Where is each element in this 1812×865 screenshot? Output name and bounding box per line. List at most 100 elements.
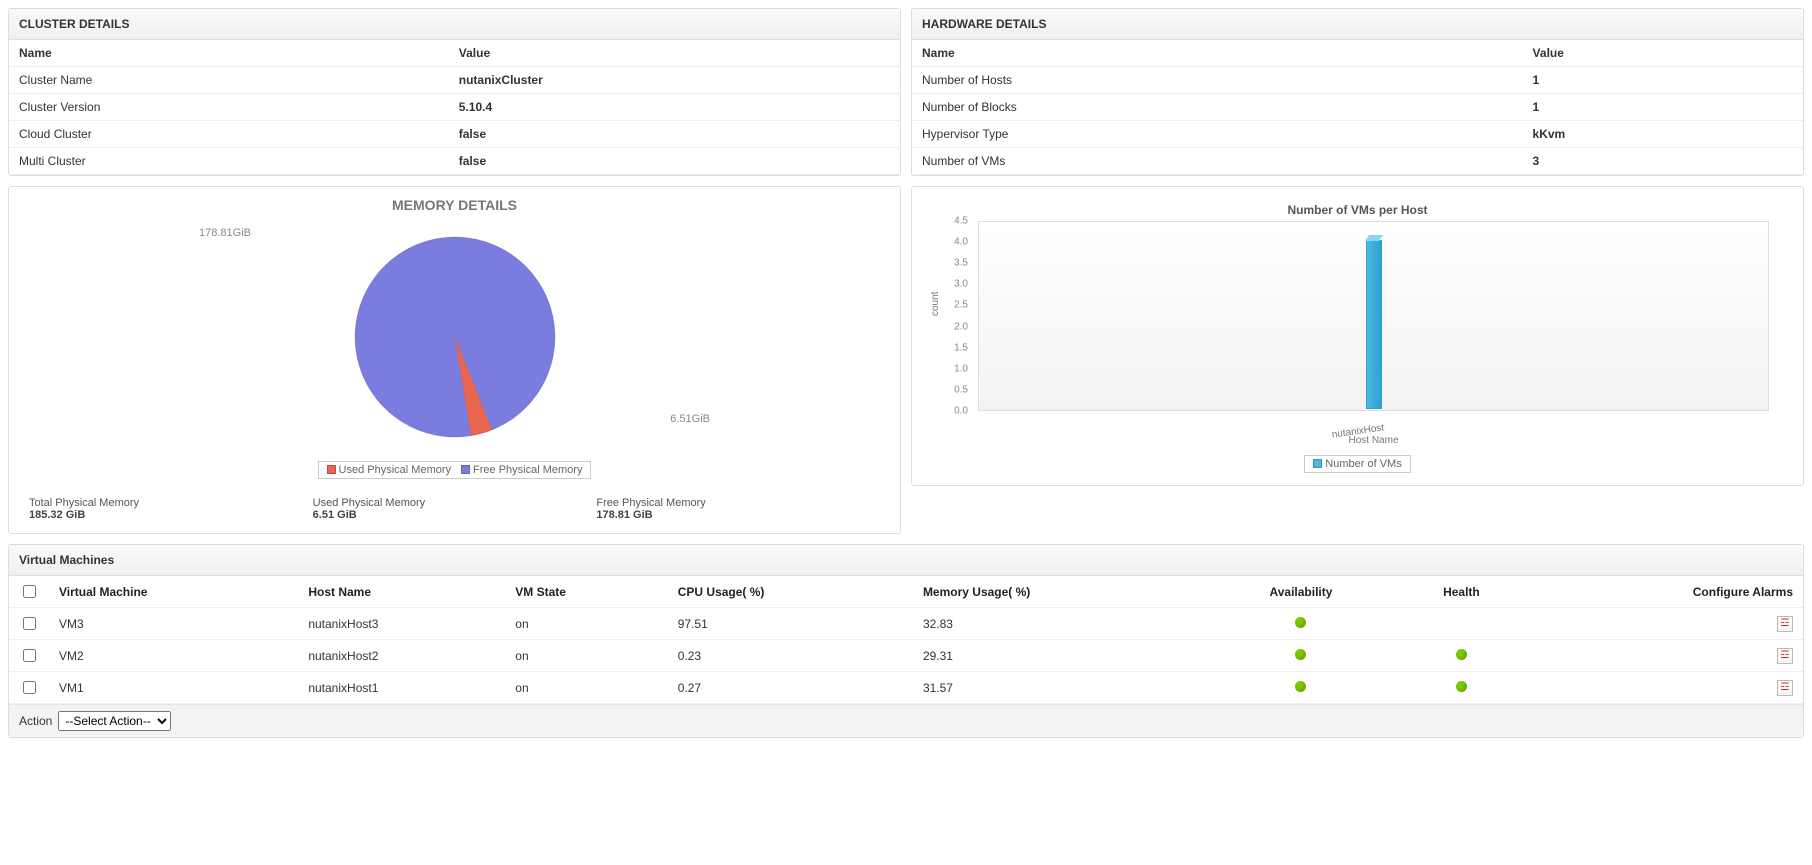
table-row: VM3nutanixHost3on97.5132.83☲ [9, 608, 1803, 640]
memory-legend: Used Physical Memory Free Physical Memor… [29, 461, 880, 479]
legend-vms: Number of VMs [1325, 458, 1401, 470]
vm-state: on [505, 608, 667, 640]
vm-name: VM3 [49, 608, 298, 640]
memory-summary-label: Free Physical Memory [596, 497, 880, 509]
vm-state: on [505, 672, 667, 704]
status-indicator-icon [1295, 649, 1306, 660]
memory-details-panel: MEMORY DETAILS 178.81GiB 6.51GiB Used Ph… [8, 186, 901, 534]
vm-col-alarms: Configure Alarms [1527, 576, 1803, 608]
vm-select-all-checkbox[interactable] [23, 585, 36, 598]
memory-summary-value: 6.51 GiB [313, 509, 597, 521]
vm-row-checkbox[interactable] [23, 617, 36, 630]
legend-used: Used Physical Memory [339, 464, 451, 476]
kv-name: Hypervisor Type [912, 121, 1523, 148]
vm-health [1396, 640, 1526, 672]
vm-mem: 32.83 [913, 608, 1206, 640]
configure-alarms-button[interactable]: ☲ [1777, 680, 1793, 696]
hardware-details-panel: HARDWARE DETAILS Name Value Number of Ho… [911, 8, 1804, 176]
status-indicator-icon [1295, 681, 1306, 692]
memory-summary-item: Total Physical Memory185.32 GiB [29, 497, 313, 521]
vm-name: VM1 [49, 672, 298, 704]
virtual-machines-title: Virtual Machines [9, 545, 1803, 576]
kv-name: Multi Cluster [9, 148, 449, 175]
memory-summary: Total Physical Memory185.32 GiBUsed Phys… [29, 497, 880, 521]
bar-ylabel: count [930, 292, 941, 316]
cluster-details-table: Name Value Cluster NamenutanixClusterClu… [9, 40, 900, 175]
y-tick: 1.5 [928, 342, 968, 353]
vm-col-cpu: CPU Usage( %) [668, 576, 913, 608]
vms-per-host-title: Number of VMs per Host [932, 203, 1783, 217]
vms-per-host-chart: 0.00.51.01.52.02.53.03.54.04.5 count nut… [932, 221, 1783, 451]
table-row: Number of VMs3 [912, 148, 1803, 175]
virtual-machines-table: Virtual Machine Host Name VM State CPU U… [9, 576, 1803, 704]
kv-value: false [449, 121, 900, 148]
y-tick: 3.5 [928, 258, 968, 269]
kv-value: nutanixCluster [449, 67, 900, 94]
cluster-details-panel: CLUSTER DETAILS Name Value Cluster Namen… [8, 8, 901, 176]
status-indicator-icon [1295, 617, 1306, 628]
vm-mem: 29.31 [913, 640, 1206, 672]
vm-availability [1206, 608, 1397, 640]
memory-summary-value: 185.32 GiB [29, 509, 313, 521]
status-indicator-icon [1456, 681, 1467, 692]
configure-alarms-button[interactable]: ☲ [1777, 616, 1793, 632]
y-tick: 1.0 [928, 363, 968, 374]
hardware-col-value: Value [1523, 40, 1803, 67]
memory-summary-label: Used Physical Memory [313, 497, 597, 509]
y-tick: 0.5 [928, 384, 968, 395]
hardware-details-table: Name Value Number of Hosts1Number of Blo… [912, 40, 1803, 175]
vm-cpu: 0.23 [668, 640, 913, 672]
y-tick: 0.0 [928, 406, 968, 417]
vm-host: nutanixHost3 [298, 608, 505, 640]
kv-name: Cluster Name [9, 67, 449, 94]
bar-xlabel: Host Name [978, 435, 1769, 446]
vm-cpu: 0.27 [668, 672, 913, 704]
y-tick: 2.0 [928, 321, 968, 332]
legend-free: Free Physical Memory [473, 464, 582, 476]
kv-name: Cluster Version [9, 94, 449, 121]
table-row: VM1nutanixHost1on0.2731.57☲ [9, 672, 1803, 704]
y-tick: 4.5 [928, 216, 968, 227]
table-row: VM2nutanixHost2on0.2329.31☲ [9, 640, 1803, 672]
hardware-col-name: Name [912, 40, 1523, 67]
vm-state: on [505, 640, 667, 672]
swatch-free-icon [461, 465, 470, 474]
vm-name: VM2 [49, 640, 298, 672]
vm-col-host: Host Name [298, 576, 505, 608]
vm-availability [1206, 640, 1397, 672]
kv-value: kKvm [1523, 121, 1803, 148]
configure-alarms-button[interactable]: ☲ [1777, 648, 1793, 664]
vm-action-bar: Action --Select Action-- [9, 704, 1803, 737]
vm-health [1396, 608, 1526, 640]
kv-name: Number of Hosts [912, 67, 1523, 94]
vm-health [1396, 672, 1526, 704]
memory-summary-label: Total Physical Memory [29, 497, 313, 509]
cluster-details-title: CLUSTER DETAILS [9, 9, 900, 40]
vms-legend: Number of VMs [932, 455, 1783, 473]
hardware-details-title: HARDWARE DETAILS [912, 9, 1803, 40]
virtual-machines-panel: Virtual Machines Virtual Machine Host Na… [8, 544, 1804, 738]
kv-name: Number of Blocks [912, 94, 1523, 121]
vm-row-checkbox[interactable] [23, 649, 36, 662]
vm-row-checkbox[interactable] [23, 681, 36, 694]
cluster-col-name: Name [9, 40, 449, 67]
vm-col-name: Virtual Machine [49, 576, 298, 608]
swatch-used-icon [327, 465, 336, 474]
pie-label-used: 6.51GiB [670, 413, 710, 425]
vm-action-select[interactable]: --Select Action-- [58, 711, 171, 731]
vm-availability [1206, 672, 1397, 704]
table-row: Number of Blocks1 [912, 94, 1803, 121]
memory-details-title: MEMORY DETAILS [29, 197, 880, 213]
vm-col-health: Health [1396, 576, 1526, 608]
kv-name: Cloud Cluster [9, 121, 449, 148]
table-row: Multi Clusterfalse [9, 148, 900, 175]
cluster-col-value: Value [449, 40, 900, 67]
status-indicator-icon [1456, 649, 1467, 660]
vm-col-state: VM State [505, 576, 667, 608]
kv-value: 1 [1523, 94, 1803, 121]
memory-summary-item: Free Physical Memory178.81 GiB [596, 497, 880, 521]
table-row: Cloud Clusterfalse [9, 121, 900, 148]
kv-value: false [449, 148, 900, 175]
vm-host: nutanixHost1 [298, 672, 505, 704]
swatch-vms-icon [1313, 459, 1322, 468]
